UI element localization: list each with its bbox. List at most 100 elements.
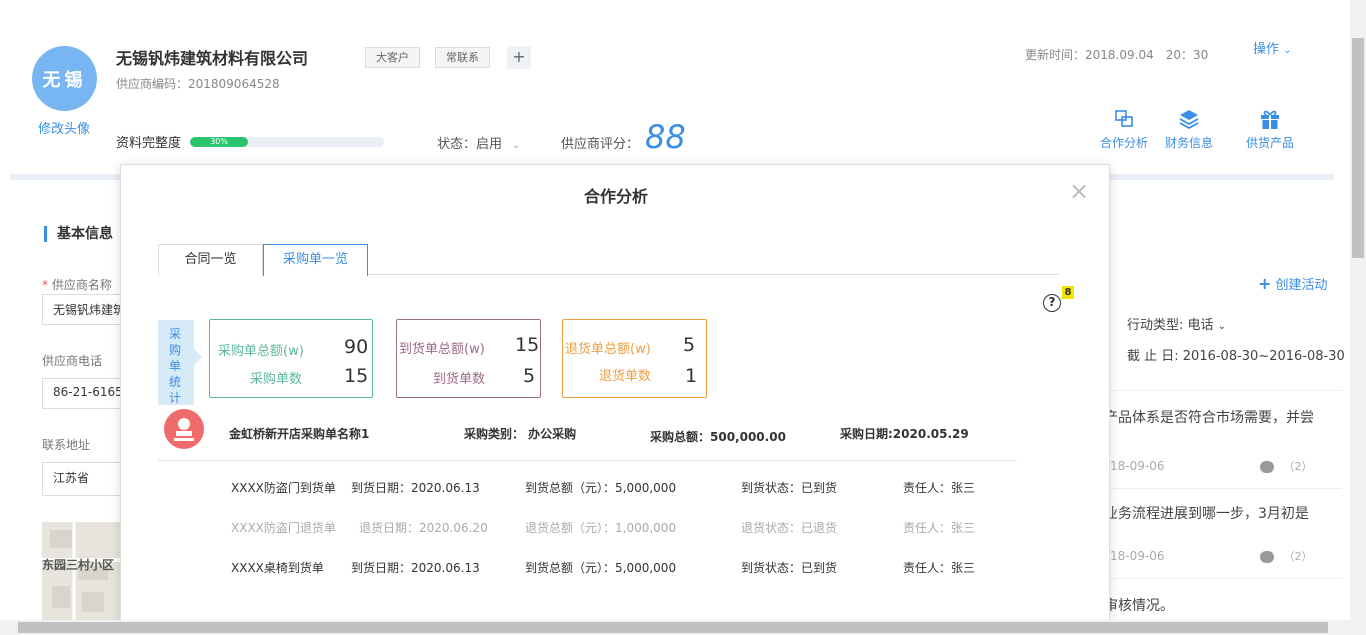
delivery-row-amount: 到货总额（元）：5,000,000 (525, 481, 677, 495)
add-tag-button[interactable]: + (507, 46, 531, 69)
quick-action-label: 供货产品 (1246, 136, 1295, 150)
section-title-basic-info: 基本信息 (44, 226, 113, 242)
horizontal-scrollbar-thumb[interactable] (18, 622, 1328, 633)
stat-label: 退货单总额(w) (565, 342, 651, 357)
operations-dropdown[interactable]: 操作 ⌄ (1253, 38, 1292, 57)
stat-value: 90 (344, 336, 369, 358)
stat-value: 5 (683, 334, 696, 356)
activity-text[interactable]: 业务流程进展到哪一步，3月初是 (1104, 503, 1309, 523)
supplier-phone-input[interactable]: 86-21-6165 (42, 378, 132, 409)
stamp-icon (164, 409, 204, 449)
notification-badge: 8 (1062, 286, 1074, 299)
avatar[interactable]: 无锡 (32, 46, 97, 111)
quick-action-products[interactable]: 供货产品 (1246, 108, 1294, 151)
action-type-text: 行动类型: 电话 (1127, 318, 1214, 333)
deadline-text: 截 止 日: 2016-08-30~2016-08-30 (1127, 349, 1345, 364)
modal-title: 合作分析 (583, 187, 648, 206)
activity-text[interactable]: 审核情况。 (1104, 595, 1174, 615)
update-time: 更新时间：2018.09.04 20：30 (1025, 48, 1209, 62)
activity-comments[interactable]: （2） (1260, 548, 1313, 564)
side-label-arrow (194, 349, 202, 365)
stat-card-arrival: 到货单总额(w) 15 到货单数 5 (396, 319, 541, 398)
delivery-row-owner: 责任人：张三 (903, 481, 976, 495)
divider (1092, 390, 1342, 391)
stat-value: 15 (344, 365, 369, 387)
map-place-label: 东园三村小区 (42, 558, 115, 572)
delivery-row-amount: 到货总额（元）：5,000,000 (525, 561, 677, 575)
purchase-order-name[interactable]: 金虹桥新开店采购单名称1 (229, 425, 369, 442)
delivery-row-status: 到货状态：已到货 (741, 561, 838, 575)
quick-action-finance[interactable]: 财务信息 (1165, 108, 1213, 151)
chevron-down-icon: ⌄ (512, 140, 521, 151)
required-mark: * (42, 278, 48, 292)
divider (1092, 488, 1342, 489)
stat-value: 1 (685, 365, 698, 387)
supplier-score: 88 (645, 118, 686, 156)
cooperation-analysis-modal: 合作分析 × 合同一览 采购单一览 ? 8 采购单统计 采购单总额(w) 90 … (120, 164, 1110, 620)
delivery-row-name[interactable]: XXXX防盗门退货单 (231, 519, 336, 536)
stat-label: 采购单总额(w) (218, 344, 304, 359)
action-type-filter[interactable]: 行动类型: 电话 ⌄ (1127, 314, 1226, 333)
tab-contracts[interactable]: 合同一览 (158, 244, 263, 275)
delivery-row-status: 退货状态：已退货 (741, 521, 838, 535)
supplier-code: 供应商编码：201809064528 (116, 77, 280, 91)
purchase-stats-label: 采购单统计 (158, 320, 194, 405)
tab-purchase-orders[interactable]: 采购单一览 (263, 244, 368, 276)
close-icon[interactable]: × (1069, 177, 1089, 205)
tag-frequent-contact[interactable]: 常联系 (435, 47, 490, 68)
cooperation-icon (1115, 110, 1133, 127)
quick-action-label: 财务信息 (1165, 136, 1214, 150)
finance-layers-icon (1179, 110, 1199, 130)
stat-value: 15 (515, 334, 540, 356)
comment-icon (1260, 551, 1274, 563)
activity-date: 18-09-06 (1110, 459, 1165, 473)
tag-big-customer[interactable]: 大客户 (365, 47, 420, 68)
supplier-detail-page: 无锡 修改头像 无锡钒炜建筑材料有限公司 大客户 常联系 + 供应商编码：201… (0, 0, 1350, 620)
divider (158, 460, 1017, 461)
stat-label: 到货单总额(w) (399, 342, 485, 357)
vertical-scrollbar-thumb[interactable] (1352, 38, 1364, 258)
comment-icon (1260, 461, 1274, 473)
stat-card-purchase: 采购单总额(w) 90 采购单数 15 (209, 319, 373, 398)
plus-icon: + (1258, 274, 1272, 293)
delivery-row-owner: 责任人：张三 (903, 561, 976, 575)
change-avatar-link[interactable]: 修改头像 (38, 118, 90, 137)
quick-action-label: 合作分析 (1100, 136, 1149, 150)
quick-action-cooperation[interactable]: 合作分析 (1100, 108, 1148, 151)
supplier-name-label: * 供应商名称 (42, 278, 112, 292)
purchase-order-total: 采购总额：500,000.00 (650, 430, 786, 444)
create-activity-label: 创建活动 (1275, 278, 1328, 293)
activity-comments[interactable]: （2） (1260, 458, 1313, 474)
stat-label: 到货单数 (433, 372, 486, 387)
delivery-row-owner: 责任人：张三 (903, 521, 976, 535)
modal-tabs: 合同一览 采购单一览 (158, 244, 1059, 276)
delivery-row-status: 到货状态：已到货 (741, 481, 838, 495)
status-dropdown[interactable]: 状态：启用 ⌄ (437, 133, 521, 152)
create-activity-button[interactable]: + 创建活动 (1258, 274, 1328, 293)
operations-label: 操作 (1253, 42, 1280, 57)
stat-card-return: 退货单总额(w) 5 退货单数 1 (562, 319, 707, 398)
delivery-row-name[interactable]: XXXX桌椅到货单 (231, 559, 324, 576)
completeness-progress-fill: 30% (190, 137, 249, 147)
chevron-down-icon: ⌄ (1283, 45, 1292, 56)
purchase-order-type: 采购类别： 办公采购 (464, 427, 577, 441)
delivery-row-name[interactable]: XXXX防盗门到货单 (231, 479, 336, 496)
supplier-name-input[interactable]: 无锡钒炜建筑 (42, 294, 132, 325)
delivery-row-amount: 退货总额（元）：1,000,000 (525, 521, 677, 535)
chevron-down-icon: ⌄ (1217, 321, 1227, 332)
activity-text[interactable]: 产品体系是否符合市场需要，并尝 (1104, 407, 1314, 427)
supplier-phone-label: 供应商电话 (42, 354, 103, 368)
delivery-row-date: 到货日期：2020.06.13 (351, 561, 480, 575)
company-name: 无锡钒炜建筑材料有限公司 (116, 49, 309, 68)
delivery-row-date: 退货日期：2020.06.20 (359, 521, 488, 535)
province-select[interactable]: 江苏省 (42, 462, 132, 496)
stat-value: 5 (523, 365, 536, 387)
help-icon[interactable]: ? (1043, 294, 1061, 312)
stat-label: 退货单数 (599, 369, 652, 384)
gift-icon (1261, 110, 1279, 129)
delivery-row-date: 到货日期：2020.06.13 (351, 481, 480, 495)
deadline-filter[interactable]: 截 止 日: 2016-08-30~2016-08-30 ⌄ (1127, 345, 1350, 364)
stat-label: 采购单数 (250, 372, 303, 387)
completeness-progress: 30% (190, 137, 384, 147)
status-text: 状态：启用 (437, 137, 503, 152)
